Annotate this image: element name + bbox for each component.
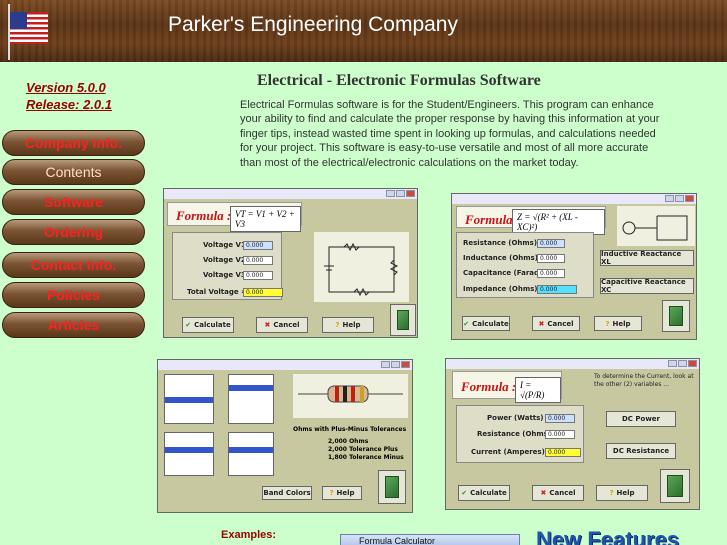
help-button: ? Help xyxy=(596,485,648,501)
cancel-button: ✖ Cancel xyxy=(532,316,580,331)
window-titlebar xyxy=(158,360,412,370)
current-calculator-screenshot: Formula : I = √(P/R) To determine the Cu… xyxy=(445,358,700,510)
multiplier-list xyxy=(164,432,214,476)
formula-bar: Formula : I = √(P/R) xyxy=(452,371,562,403)
calculate-button: ✔ Calculate xyxy=(458,485,510,501)
intro-text: Electrical Formulas software is for the … xyxy=(240,99,660,169)
formula-calculator-titlebar: Formula Calculator xyxy=(340,534,520,545)
help-button: ? Help xyxy=(594,316,642,331)
field-impedance: Impedance (Ohms) = 0.000 xyxy=(463,285,577,294)
window-titlebar xyxy=(452,194,696,204)
version-label[interactable]: Version 5.0.0 xyxy=(26,79,112,96)
site-title: Parker's Engineering Company xyxy=(168,13,458,36)
help-button: ? Help xyxy=(322,317,374,333)
nav-policies[interactable]: Policies xyxy=(2,282,145,308)
nav-ordering[interactable]: Ordering xyxy=(2,219,145,245)
circuit-diagram xyxy=(617,206,695,246)
voltage-calculator-screenshot: Formula : VT = V1 + V2 + V3 Voltage V1 :… xyxy=(163,188,418,338)
nav-software[interactable]: Software xyxy=(2,189,145,215)
calculate-button: ✔ Calculate xyxy=(182,317,234,333)
field-v1: Voltage V1 :0.000 xyxy=(203,241,273,250)
nav-articles[interactable]: Articles xyxy=(2,312,145,338)
field-inductance: Inductance (Ohms) :0.000 xyxy=(463,254,565,263)
nav-contents[interactable]: Contents xyxy=(2,159,145,185)
field-total: Total Voltage = 0.000 xyxy=(187,288,283,297)
band-colors-button: Band Colors xyxy=(262,486,312,500)
resistor-color-code-screenshot: Ohms with Plus-Minus Tolerances 2,000 Oh… xyxy=(157,359,413,513)
calculator-icon xyxy=(662,300,690,332)
field-resistance: Resistance (Ohms) :0.000 xyxy=(477,430,575,439)
band1-list xyxy=(164,374,214,424)
nav-contact-info[interactable]: Contact Info. xyxy=(2,252,145,278)
formula-expression: I = √(P/R) xyxy=(515,377,561,403)
calculate-button: ✔ Calculate xyxy=(462,316,510,331)
new-features-heading[interactable]: New Features xyxy=(536,527,679,545)
calculator-icon xyxy=(390,304,416,336)
field-v3: Voltage V3 :0.000 xyxy=(203,271,273,280)
window-titlebar xyxy=(446,359,699,369)
page-title: Electrical - Electronic Formulas Softwar… xyxy=(257,72,541,89)
tolerance-list xyxy=(228,432,274,476)
capacitive-reactance-button: Capacitive Reactance XC xyxy=(600,278,694,294)
nav-company-info[interactable]: Company Info. xyxy=(2,130,145,156)
formula-calculator-label: Formula Calculator xyxy=(359,536,436,545)
release-label[interactable]: Release: 2.0.1 xyxy=(26,96,112,113)
us-flag-icon xyxy=(10,12,48,44)
impedance-calculator-screenshot: Formula : Z = √(R² + (XL - XC)²) Resista… xyxy=(451,193,697,340)
formula-bar: Formula : VT = V1 + V2 + V3 xyxy=(167,202,302,232)
circuit-diagram xyxy=(314,232,409,302)
window-titlebar xyxy=(164,189,417,199)
current-caption: To determine the Current, look at the ot… xyxy=(594,373,694,388)
formula-expression: VT = V1 + V2 + V3 xyxy=(230,206,301,232)
input-panel: Power (Watts) :0.000 Resistance (Ohms) :… xyxy=(456,405,584,463)
cancel-button: ✖ Cancel xyxy=(256,317,308,333)
examples-heading: Examples: xyxy=(221,529,277,541)
calculator-icon xyxy=(660,469,690,503)
site-header: Parker's Engineering Company xyxy=(0,0,727,62)
ohms-note: Ohms with Plus-Minus Tolerances xyxy=(293,426,407,433)
version-info[interactable]: Version 5.0.0 Release: 2.0.1 xyxy=(26,79,112,113)
resistor-diagram xyxy=(293,374,408,418)
formula-label: Formula : xyxy=(461,379,517,394)
dc-resistance-button: DC Resistance xyxy=(606,443,676,459)
field-resistance: Resistance (Ohms) :0.000 xyxy=(463,239,565,248)
field-current: Current (Amperes) = 0.000 xyxy=(471,448,581,457)
tolerance-values: 2,000 Ohms 2,000 Tolerance Plus 1,800 To… xyxy=(328,438,404,461)
calculator-icon xyxy=(378,470,406,504)
help-button: ? Help xyxy=(322,486,362,500)
field-capacitance: Capacitance (Farads) :0.000 xyxy=(463,269,565,278)
field-v2: Voltage V2 :0.000 xyxy=(203,256,273,265)
formula-label: Formula : xyxy=(176,208,232,223)
cancel-button: ✖ Cancel xyxy=(532,485,584,501)
formula-bar: Formula : Z = √(R² + (XL - XC)²) xyxy=(456,206,606,235)
band2-list xyxy=(228,374,274,424)
input-panel: Voltage V1 :0.000 Voltage V2 :0.000 Volt… xyxy=(172,232,283,300)
inductive-reactance-button: Inductive Reactance XL xyxy=(600,250,694,266)
dc-power-button: DC Power xyxy=(606,411,676,427)
field-power: Power (Watts) :0.000 xyxy=(487,414,575,423)
input-panel: Resistance (Ohms) :0.000 Inductance (Ohm… xyxy=(456,232,594,298)
